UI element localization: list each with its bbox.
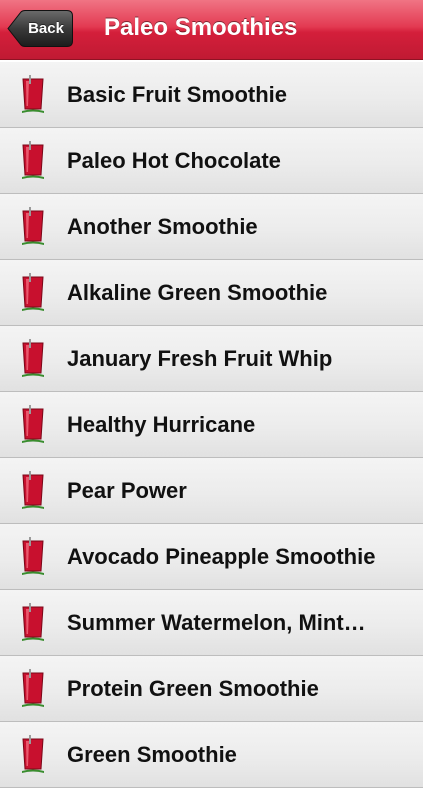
smoothie-glass-icon [22,405,44,443]
list-item-label: Avocado Pineapple Smoothie [67,544,376,569]
recipe-list: Basic Fruit Smoothie Paleo Hot Chocolate… [0,62,423,788]
page-title: Paleo Smoothies [104,14,298,41]
smoothie-glass-icon [22,141,44,179]
list-item[interactable]: Protein Green Smoothie [0,656,423,722]
list-item-label: Summer Watermelon, Mint… [67,610,366,635]
smoothie-glass-icon [22,603,44,641]
smoothie-glass-icon [22,339,44,377]
smoothie-glass-icon [22,735,44,773]
smoothie-glass-icon [22,207,44,245]
smoothie-glass-icon [22,273,44,311]
list-item-label: Alkaline Green Smoothie [67,280,328,305]
list-item-label: Paleo Hot Chocolate [67,148,281,173]
smoothie-glass-icon [22,471,44,509]
back-button-label: Back [28,20,64,37]
list-item-label: Green Smoothie [67,742,237,767]
list-item[interactable]: Healthy Hurricane [0,392,423,458]
list-item[interactable]: Paleo Hot Chocolate [0,128,423,194]
list-item[interactable]: Avocado Pineapple Smoothie [0,524,423,590]
smoothie-glass-icon [22,537,44,575]
list-item-label: Basic Fruit Smoothie [67,82,288,107]
navigation-bar: Back Paleo Smoothies [0,0,423,60]
list-item-label: Healthy Hurricane [67,412,256,437]
list-item-label: Pear Power [67,478,187,503]
back-button[interactable]: Back [7,10,73,47]
list-item[interactable]: Basic Fruit Smoothie [0,62,423,128]
list-item[interactable]: Summer Watermelon, Mint… [0,590,423,656]
list-item[interactable]: Green Smoothie [0,722,423,788]
list-item-label: Another Smoothie [67,214,258,239]
list-item-label: Protein Green Smoothie [67,676,319,701]
smoothie-glass-icon [22,75,44,113]
smoothie-glass-icon [22,669,44,707]
list-item[interactable]: Alkaline Green Smoothie [0,260,423,326]
list-item[interactable]: January Fresh Fruit Whip [0,326,423,392]
list-item[interactable]: Another Smoothie [0,194,423,260]
list-item-label: January Fresh Fruit Whip [67,346,333,371]
list-item[interactable]: Pear Power [0,458,423,524]
